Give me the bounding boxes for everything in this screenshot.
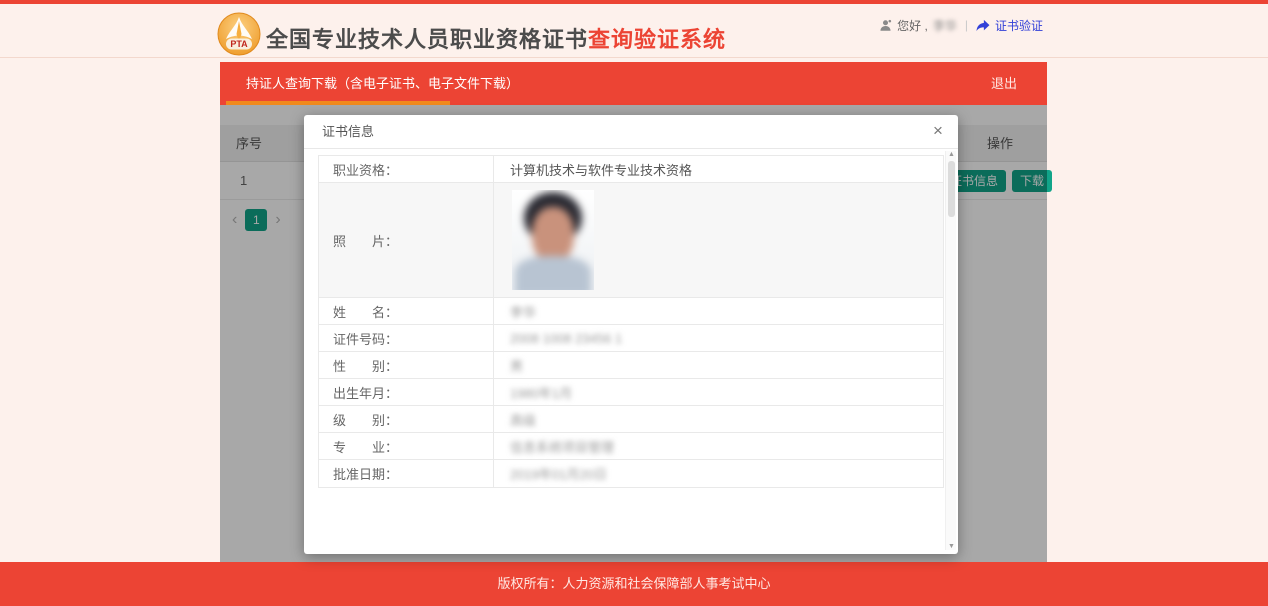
certificate-info-modal: 证书信息 × 职业资格： 计算机技术与软件专业技术资格 照 片： 姓 名： 李 [304,115,958,554]
scroll-down-icon[interactable]: ▼ [946,543,957,550]
certificate-detail-table: 职业资格： 计算机技术与软件专业技术资格 照 片： 姓 名： 李华 证件号码： [318,155,944,488]
certificate-photo [512,190,594,290]
blurred-portrait [512,190,594,290]
logout-button[interactable]: 退出 [961,62,1047,105]
modal-scrollbar[interactable]: ▲ ▼ [945,151,956,550]
tab-holder-query-download[interactable]: 持证人查询下载（含电子证书、电子文件下载） [220,62,545,105]
main-nav: 持证人查询下载（含电子证书、电子文件下载） 退出 [220,62,1047,105]
field-label: 级 别： [319,406,494,432]
close-icon[interactable]: × [926,115,950,147]
site-header: PTA 全国专业技术人员职业资格证书查询验证系统 您好 , 李华 | 证书验证 [0,4,1268,58]
user-name: 李华 [933,17,957,34]
field-label: 批准日期： [319,460,494,487]
field-value [494,183,943,297]
row-approval-date: 批准日期： 2019年01月20日 [319,460,943,487]
field-value-blurred: 男 [494,352,943,378]
user-greeting: 您好 , 李华 | 证书验证 [879,16,1043,34]
row-birth-date: 出生年月： 1980年1月 [319,379,943,406]
field-value-blurred: 1980年1月 [494,379,943,405]
field-value-blurred: 2008 1008 23456 1 [494,325,943,351]
cert-verify-link[interactable]: 证书验证 [995,17,1043,34]
row-name: 姓 名： 李华 [319,298,943,325]
page-title: 全国专业技术人员职业资格证书查询验证系统 [266,20,726,60]
copyright-text: 版权所有：人力资源和社会保障部人事考试中心 [0,562,1268,606]
pta-logo: PTA [217,12,261,56]
page-title-main: 全国专业技术人员职业资格证书 [266,27,588,52]
row-qualification: 职业资格： 计算机技术与软件专业技术资格 [319,156,943,183]
field-value-blurred: 信息系统项目管理 [494,433,943,459]
greeting-divider: | [965,18,968,32]
pta-logo-icon: PTA [217,12,261,56]
field-value-blurred: 2019年01月20日 [494,460,943,487]
share-arrow-icon [976,19,990,32]
field-value-blurred: 高级 [494,406,943,432]
field-value-blurred: 李华 [494,298,943,324]
row-id-number: 证件号码： 2008 1008 23456 1 [319,325,943,352]
field-label: 证件号码： [319,325,494,351]
row-major: 专 业： 信息系统项目管理 [319,433,943,460]
field-label: 性 别： [319,352,494,378]
modal-title: 证书信息 [322,115,374,149]
modal-header: 证书信息 × [304,115,958,149]
row-photo: 照 片： [319,183,943,298]
row-level: 级 别： 高级 [319,406,943,433]
greeting-text: 您好 , [897,17,928,34]
field-label: 出生年月： [319,379,494,405]
field-label: 姓 名： [319,298,494,324]
field-value: 计算机技术与软件专业技术资格 [494,156,943,182]
site-footer: 版权所有：人力资源和社会保障部人事考试中心 [0,562,1268,606]
scrollbar-thumb[interactable] [948,161,955,217]
field-label: 专 业： [319,433,494,459]
field-label: 照 片： [319,183,494,297]
row-gender: 性 别： 男 [319,352,943,379]
page-title-accent: 查询验证系统 [588,27,726,52]
user-icon [879,19,892,32]
field-label: 职业资格： [319,156,494,182]
scroll-up-icon[interactable]: ▲ [946,151,957,158]
pta-logo-text: PTA [230,39,248,49]
